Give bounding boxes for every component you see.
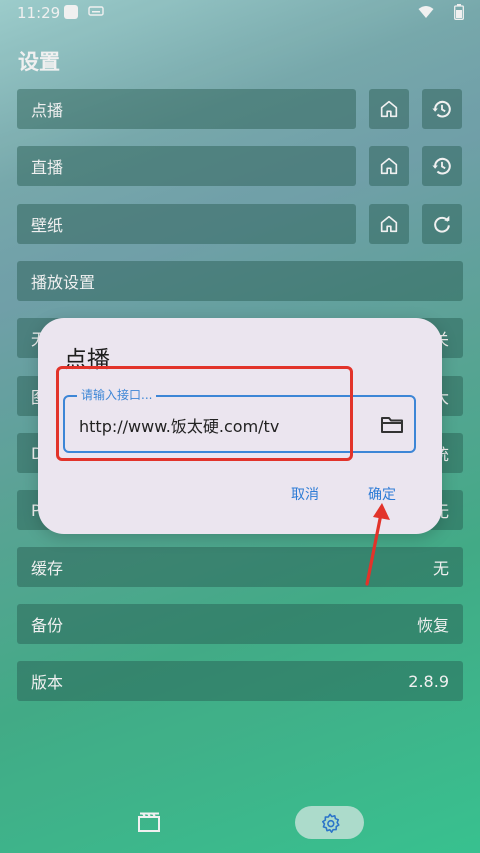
cancel-button[interactable]: 取消	[291, 484, 319, 504]
folder-icon[interactable]	[379, 413, 405, 437]
annotation-arrow-icon	[365, 503, 390, 586]
annotation-highlight-box	[56, 366, 353, 461]
